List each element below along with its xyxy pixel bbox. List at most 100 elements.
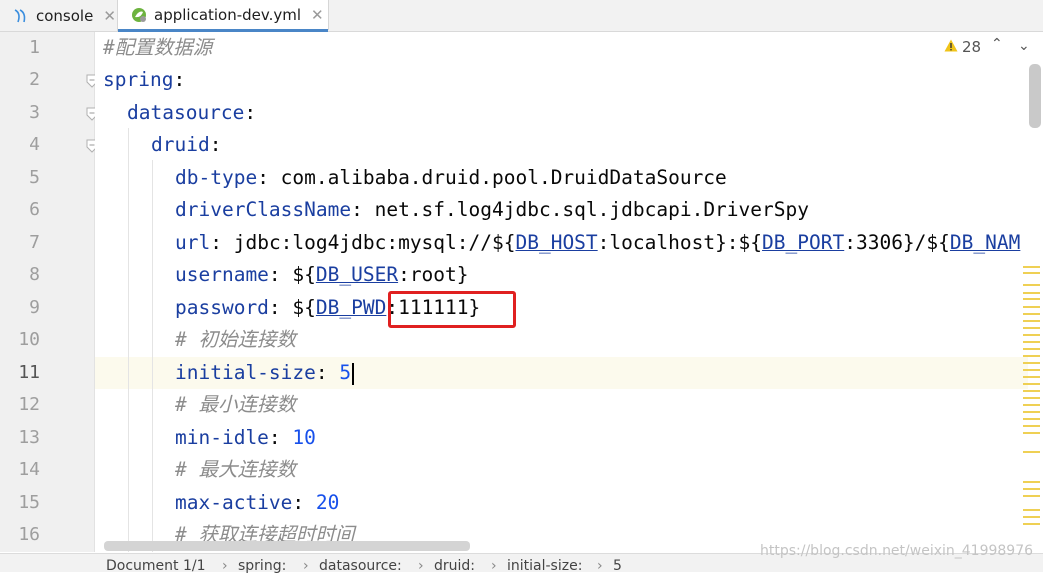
yaml-number: 20	[315, 491, 340, 514]
yaml-key: druid	[151, 133, 210, 156]
code-editor[interactable]: #配置数据源 spring: datasource: druid: db-typ…	[95, 32, 1028, 552]
warning-stripe-marker[interactable]	[1023, 390, 1040, 392]
warning-stripe-marker[interactable]	[1023, 397, 1040, 399]
code-line-5: db-type: com.alibaba.druid.pool.DruidDat…	[175, 166, 727, 189]
warning-stripe-marker[interactable]	[1023, 313, 1040, 315]
warning-stripe-marker[interactable]	[1023, 327, 1040, 329]
close-tab-icon[interactable]: ✕	[103, 7, 116, 25]
warning-stripe-marker[interactable]	[1023, 306, 1040, 308]
code-line-4: druid:	[151, 133, 222, 156]
env-variable[interactable]: DB_USER	[316, 263, 398, 286]
code-line-7: url: jdbc:log4jdbc:mysql://${DB_HOST:loc…	[175, 231, 1021, 254]
breadcrumb-separator-icon: ›	[303, 558, 309, 574]
warning-stripe-marker[interactable]	[1023, 355, 1040, 357]
warning-stripe-marker[interactable]	[1023, 266, 1040, 268]
warning-stripe-marker[interactable]	[1023, 320, 1040, 322]
warning-stripe-marker[interactable]	[1023, 272, 1040, 274]
indent-guide	[152, 160, 153, 552]
yaml-value: :localhost}:${	[597, 231, 763, 254]
warning-stripe-marker[interactable]	[1023, 523, 1040, 525]
code-line-13: min-idle: 10	[175, 426, 316, 449]
previous-highlight-button[interactable]: ⌃	[991, 36, 1003, 52]
comment: # 最大连接数	[175, 458, 296, 481]
line-number: 14	[18, 459, 40, 480]
yaml-key: datasource	[127, 101, 245, 124]
warning-stripe-marker[interactable]	[1023, 516, 1040, 518]
warning-stripe-marker[interactable]	[1023, 298, 1040, 300]
tab-label: console	[36, 6, 94, 25]
horizontal-scrollbar-thumb[interactable]	[104, 541, 470, 551]
warning-stripe-marker[interactable]	[1023, 404, 1040, 406]
warning-stripe-marker[interactable]	[1023, 488, 1040, 490]
warning-stripe-marker[interactable]	[1023, 432, 1040, 434]
warning-stripe-marker[interactable]	[1023, 411, 1040, 413]
code-line-2: spring:	[103, 68, 186, 91]
warning-stripe-marker[interactable]	[1023, 495, 1040, 497]
comment: # 初始连接数	[175, 328, 296, 351]
line-number: 2	[29, 69, 40, 90]
inspection-widget[interactable]: 28	[944, 38, 981, 56]
breadcrumb-item[interactable]: Document 1/1	[106, 558, 206, 574]
code-line-6: driverClassName: net.sf.log4jdbc.sql.jdb…	[175, 198, 809, 221]
breadcrumb-item[interactable]: initial-size:	[507, 558, 582, 574]
warning-stripe-marker[interactable]	[1023, 425, 1040, 427]
warning-stripe-marker[interactable]	[1023, 369, 1040, 371]
tab-label: application-dev.yml	[154, 6, 302, 24]
warning-stripe-marker[interactable]	[1023, 348, 1040, 350]
warning-stripe-marker[interactable]	[1023, 509, 1040, 511]
warning-stripe-marker[interactable]	[1023, 376, 1040, 378]
vertical-scrollbar-thumb[interactable]	[1029, 64, 1041, 128]
code-line-12: # 最小连接数	[175, 389, 296, 421]
warning-stripe-marker[interactable]	[1023, 341, 1040, 343]
env-variable[interactable]: DB_NAM	[950, 231, 1020, 254]
comment: # 最小连接数	[175, 393, 296, 416]
line-number: 12	[18, 394, 40, 415]
line-number: 10	[18, 329, 40, 350]
close-tab-icon[interactable]: ✕	[311, 6, 324, 24]
warning-stripe-marker[interactable]	[1023, 292, 1040, 294]
breadcrumb-separator-icon: ›	[491, 558, 497, 574]
line-number: 1	[29, 37, 40, 58]
line-number: 4	[29, 134, 40, 155]
line-number-gutter[interactable]: 1 2 3 4 5 6 7 8 9 10 11 12 13 14 15 16	[0, 32, 98, 552]
code-line-10: # 初始连接数	[175, 324, 296, 356]
line-number: 7	[29, 232, 40, 253]
breadcrumb-item[interactable]: druid:	[434, 558, 475, 574]
yaml-value: net.sf.log4jdbc.sql.jdbcapi.DriverSpy	[374, 198, 809, 221]
line-number-current: 11	[18, 362, 40, 383]
warning-stripe-marker[interactable]	[1023, 334, 1040, 336]
line-number: 16	[18, 524, 40, 545]
line-number: 8	[29, 264, 40, 285]
env-variable[interactable]: DB_PORT	[762, 231, 844, 254]
env-variable[interactable]: DB_HOST	[515, 231, 597, 254]
line-number: 15	[18, 492, 40, 513]
yaml-value: com.alibaba.druid.pool.DruidDataSource	[280, 166, 727, 189]
breadcrumb-item[interactable]: 5	[613, 558, 622, 574]
yaml-key: db-type	[175, 166, 258, 189]
yaml-key: driverClassName	[175, 198, 352, 221]
yaml-key: initial-size	[175, 361, 316, 384]
line-number: 9	[29, 297, 40, 318]
yaml-value: ${	[292, 263, 316, 286]
breadcrumb-item[interactable]: datasource:	[319, 558, 402, 574]
tab-application-dev-yml[interactable]: application-dev.yml ✕	[118, 0, 329, 32]
tab-console[interactable]: console ✕	[0, 0, 118, 31]
yaml-value: :3306}/${	[844, 231, 950, 254]
yaml-value: :root}	[398, 263, 469, 286]
env-variable[interactable]: DB_PWD	[316, 296, 386, 319]
spring-leaf-icon	[130, 6, 148, 24]
warning-stripe-marker[interactable]	[1023, 284, 1040, 286]
warning-stripe-marker[interactable]	[1023, 481, 1040, 483]
warning-stripe-marker[interactable]	[1023, 362, 1040, 364]
yaml-key: min-idle	[175, 426, 269, 449]
warning-stripe-marker[interactable]	[1023, 383, 1040, 385]
next-highlight-button[interactable]: ⌄	[1018, 38, 1030, 54]
text-caret	[352, 362, 355, 385]
warning-stripe-marker[interactable]	[1023, 418, 1040, 420]
line-number: 5	[29, 167, 40, 188]
comment: #配置数据源	[103, 36, 213, 59]
breadcrumb-item[interactable]: spring:	[238, 558, 286, 574]
yaml-number: 10	[292, 426, 316, 449]
editor-tab-bar: console ✕ application-dev.yml ✕	[0, 0, 1043, 32]
warning-stripe-marker[interactable]	[1023, 451, 1040, 453]
